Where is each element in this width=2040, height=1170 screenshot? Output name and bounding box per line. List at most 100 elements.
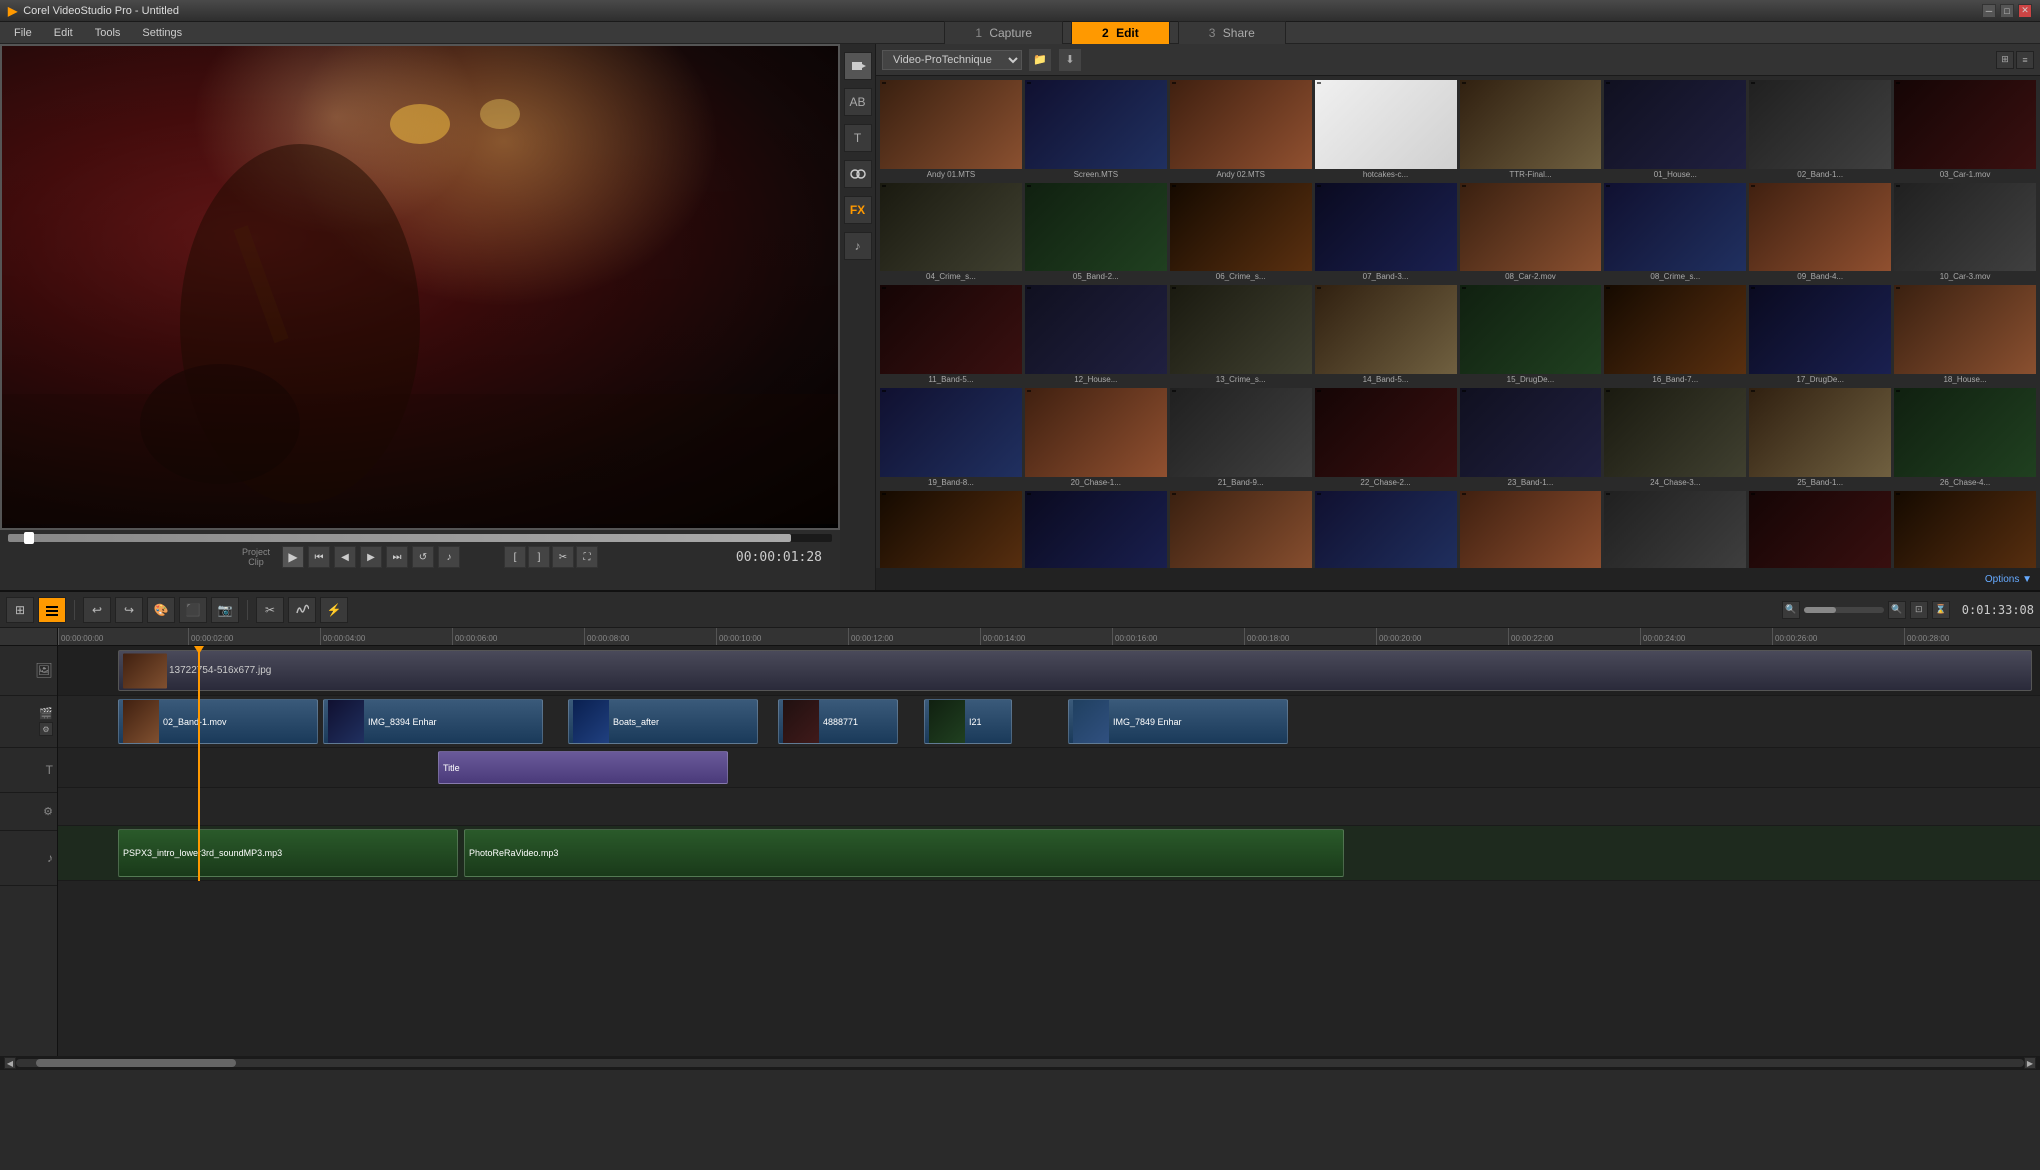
tl-btn-redo[interactable]: ↪ [115, 597, 143, 623]
tl-btn-undo[interactable]: ↩ [83, 597, 111, 623]
thumb-item-t01[interactable]: Andy 01.MTS [880, 80, 1022, 180]
prev-frame-button[interactable]: ◀ [334, 546, 356, 568]
split-button[interactable]: ✂ [552, 546, 574, 568]
thumb-item-t33[interactable]: 27_Band-1... [880, 491, 1022, 568]
thumb-item-t04[interactable]: hotcakes-c... [1315, 80, 1457, 180]
maximize-button[interactable]: □ [2000, 4, 2014, 18]
tl-btn-speed[interactable]: ⚡ [320, 597, 348, 623]
thumb-item-t11[interactable]: 06_Crime_s... [1170, 183, 1312, 283]
tl-btn-storyboard[interactable]: ⊞ [6, 597, 34, 623]
thumb-item-t23[interactable]: 17_DrugDe... [1749, 285, 1891, 385]
thumb-item-t30[interactable]: 24_Chase-3... [1604, 388, 1746, 488]
tl-btn-record[interactable]: ⬛ [179, 597, 207, 623]
thumb-item-t20[interactable]: 14_Band-5... [1315, 285, 1457, 385]
tl-btn-show-all[interactable]: ⊡ [1910, 601, 1928, 619]
playhead[interactable] [198, 646, 200, 881]
thumb-item-t13[interactable]: 08_Car-2.mov [1460, 183, 1602, 283]
media-btn-transitions[interactable] [844, 160, 872, 188]
thumb-item-t28[interactable]: 22_Chase-2... [1315, 388, 1457, 488]
scroll-thumb[interactable] [36, 1059, 236, 1067]
tl-btn-ripple[interactable]: ⌛ [1932, 601, 1950, 619]
thumb-item-t09[interactable]: 04_Crime_s... [880, 183, 1022, 283]
media-list-view-btn[interactable]: ≡ [2016, 51, 2034, 69]
thumb-item-t03[interactable]: Andy 02.MTS [1170, 80, 1312, 180]
thumb-item-t07[interactable]: 02_Band-1... [1749, 80, 1891, 180]
menu-settings[interactable]: Settings [132, 25, 192, 41]
video-preview[interactable] [0, 44, 840, 530]
menu-tools[interactable]: Tools [85, 25, 131, 41]
repeat-button[interactable]: ↺ [412, 546, 434, 568]
media-thumbnail-view-btn[interactable]: ⊞ [1996, 51, 2014, 69]
video-clip-4[interactable]: 4888771 [778, 699, 898, 744]
timeline-tracks[interactable]: 00:00:00:00 00:00:02:00 00:00:04:00 00:0… [58, 628, 2040, 1056]
fullscreen-button[interactable]: ⛶ [576, 546, 598, 568]
play-button[interactable]: ▶ [282, 546, 304, 568]
media-btn-titles[interactable]: T [844, 124, 872, 152]
audio-clip-1[interactable]: PSPX3_intro_lower3rd_soundMP3.mp3 [118, 829, 458, 877]
thumb-item-t38[interactable]: 32_CopInB... [1604, 491, 1746, 568]
thumb-item-t16[interactable]: 10_Car-3.mov [1894, 183, 2036, 283]
media-btn-audio[interactable]: AB [844, 88, 872, 116]
volume-button[interactable]: ♪ [438, 546, 460, 568]
video-clip-1[interactable]: 02_Band-1.mov [118, 699, 318, 744]
bg-clip[interactable]: 13722754-516x677.jpg [118, 650, 2032, 691]
tab-edit[interactable]: 2 Edit [1071, 21, 1170, 45]
scroll-left-btn[interactable]: ◀ [4, 1057, 16, 1069]
thumb-item-t27[interactable]: 21_Band-9... [1170, 388, 1312, 488]
tab-capture[interactable]: 1 Capture [944, 21, 1063, 45]
progress-handle[interactable] [24, 532, 34, 544]
to-end-button[interactable]: ⏭ [386, 546, 408, 568]
thumb-item-t17[interactable]: 11_Band-5... [880, 285, 1022, 385]
thumb-item-t35[interactable]: 29_Band-1... [1170, 491, 1312, 568]
title-clip-1[interactable]: Title [438, 751, 728, 784]
scroll-right-btn[interactable]: ▶ [2024, 1057, 2036, 1069]
thumb-item-t40[interactable]: 35_Band-1... [1894, 491, 2036, 568]
media-import-btn[interactable]: ⬇ [1058, 48, 1082, 72]
thumb-item-t19[interactable]: 13_Crime_s... [1170, 285, 1312, 385]
tl-btn-timeline[interactable] [38, 597, 66, 623]
zoom-slider[interactable] [1804, 607, 1884, 613]
zoom-out-btn[interactable]: 🔍 [1782, 601, 1800, 619]
thumb-item-t22[interactable]: 16_Band-7... [1604, 285, 1746, 385]
tab-share[interactable]: 3 Share [1178, 21, 1286, 45]
thumb-item-t31[interactable]: 25_Band-1... [1749, 388, 1891, 488]
preview-progress-bar[interactable] [8, 534, 832, 542]
mark-in-button[interactable]: [ [504, 546, 526, 568]
next-frame-button[interactable]: ▶ [360, 546, 382, 568]
thumb-item-t39[interactable]: 34_Cop_Gu... [1749, 491, 1891, 568]
thumb-item-t32[interactable]: 26_Chase-4... [1894, 388, 2036, 488]
track-video-settings[interactable]: ⚙ [39, 722, 53, 736]
thumb-item-t36[interactable]: 30_CopInB... [1315, 491, 1457, 568]
thumb-item-t15[interactable]: 09_Band-4... [1749, 183, 1891, 283]
video-clip-5[interactable]: I21 [924, 699, 1012, 744]
video-clip-6[interactable]: IMG_7849 Enhar [1068, 699, 1288, 744]
scroll-track[interactable] [16, 1059, 2024, 1067]
media-btn-video[interactable] [844, 52, 872, 80]
thumb-item-t05[interactable]: TTR-Final... [1460, 80, 1602, 180]
thumb-item-t34[interactable]: 28_Chase-5... [1025, 491, 1167, 568]
thumb-item-t26[interactable]: 20_Chase-1... [1025, 388, 1167, 488]
menu-edit[interactable]: Edit [44, 25, 83, 41]
to-start-button[interactable]: ⏮ [308, 546, 330, 568]
thumb-item-t02[interactable]: Screen.MTS [1025, 80, 1167, 180]
thumb-item-t21[interactable]: 15_DrugDe... [1460, 285, 1602, 385]
tl-btn-trim[interactable]: ✂ [256, 597, 284, 623]
tl-btn-snapshot[interactable]: 📷 [211, 597, 239, 623]
tl-btn-audio-mix[interactable] [288, 597, 316, 623]
thumb-item-t08[interactable]: 03_Car-1.mov [1894, 80, 2036, 180]
media-btn-music[interactable]: ♪ [844, 232, 872, 260]
thumb-item-t06[interactable]: 01_House... [1604, 80, 1746, 180]
close-button[interactable]: ✕ [2018, 4, 2032, 18]
zoom-in-btn[interactable]: 🔍 [1888, 601, 1906, 619]
thumb-item-t25[interactable]: 19_Band-8... [880, 388, 1022, 488]
thumb-item-t14[interactable]: 08_Crime_s... [1604, 183, 1746, 283]
tl-btn-color[interactable]: 🎨 [147, 597, 175, 623]
thumb-item-t24[interactable]: 18_House... [1894, 285, 2036, 385]
thumb-item-t12[interactable]: 07_Band-3... [1315, 183, 1457, 283]
thumb-item-t37[interactable]: 31_Band-1... [1460, 491, 1602, 568]
minimize-button[interactable]: ─ [1982, 4, 1996, 18]
thumb-item-t29[interactable]: 23_Band-1... [1460, 388, 1602, 488]
menu-file[interactable]: File [4, 25, 42, 41]
video-clip-2[interactable]: IMG_8394 Enhar [323, 699, 543, 744]
audio-clip-2[interactable]: PhotoReRaVideo.mp3 [464, 829, 1344, 877]
